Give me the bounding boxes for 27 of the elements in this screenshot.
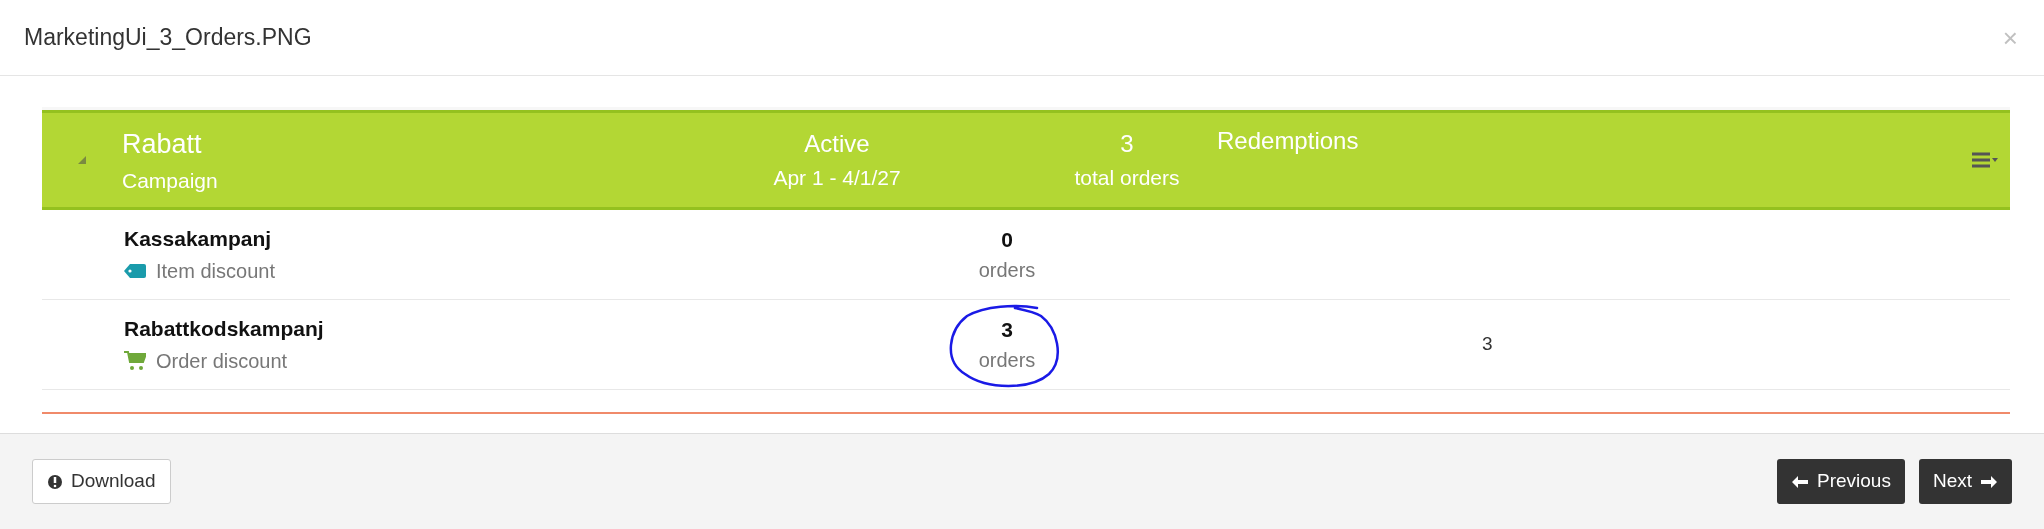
arrow-right-icon — [1980, 474, 1998, 489]
discount-type: Item discount — [156, 259, 275, 285]
previous-button[interactable]: Previous — [1777, 459, 1905, 504]
column-label: Campaign — [122, 167, 219, 194]
download-button[interactable]: Download — [32, 459, 171, 504]
discount-type: Order discount — [156, 349, 288, 375]
dialog-title: MarketingUi_3_Orders.PNG — [24, 23, 312, 53]
redemption-count: 3 — [1482, 332, 1493, 357]
total-label: total orders — [1074, 165, 1180, 192]
menu-icon[interactable] — [1972, 152, 1998, 168]
campaign-row[interactable]: Kassakampanj Item discount 0 orders — [42, 210, 2010, 300]
campaign-name[interactable]: Kassakampanj — [124, 222, 802, 255]
campaign-name[interactable]: Rabattkodskampanj — [124, 312, 802, 345]
download-icon — [47, 473, 63, 490]
order-count: 0 — [1001, 226, 1013, 253]
cart-icon — [124, 351, 146, 372]
campaign-group-name: Rabatt — [122, 128, 203, 161]
column-header: Redemptions — [1217, 127, 1359, 154]
total-count: 3 — [1120, 129, 1134, 160]
tag-icon — [124, 264, 146, 279]
status-text: Active — [804, 129, 870, 160]
arrow-left-icon — [1791, 474, 1809, 489]
next-button[interactable]: Next — [1918, 459, 2012, 504]
orders-label: orders — [978, 348, 1036, 374]
orders-label: orders — [978, 258, 1036, 284]
date-range: Apr 1 - 4/1/27 — [773, 165, 901, 192]
order-count: 3 — [1001, 316, 1013, 343]
